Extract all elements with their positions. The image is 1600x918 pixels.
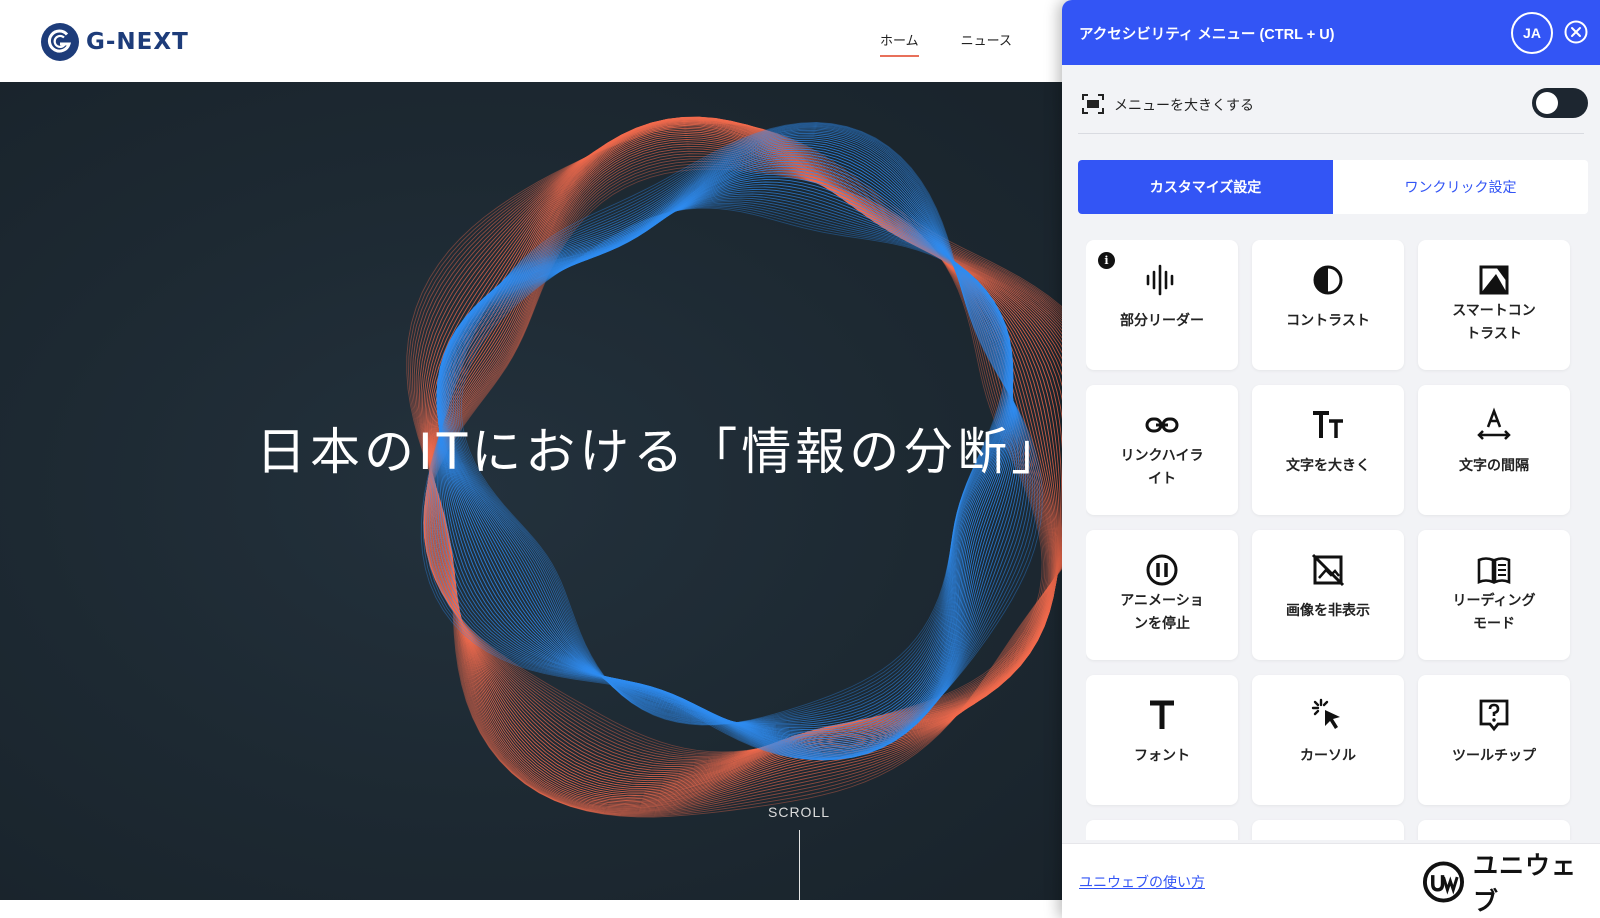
pause-icon	[1144, 552, 1180, 588]
enlarge-menu-row: メニューを大きくする	[1078, 80, 1588, 134]
brand-text: ユニウェブ	[1472, 851, 1577, 916]
settings-tabs: カスタマイズ設定 ワンクリック設定	[1078, 160, 1588, 214]
feature-label: 画像を非表示	[1286, 603, 1370, 619]
page-bottom-strip	[0, 900, 1062, 918]
scroll-label[interactable]: SCROLL	[768, 804, 830, 820]
smart-contrast-icon	[1476, 262, 1512, 298]
feature-label: 部分リーダー	[1120, 313, 1204, 329]
userway-brand[interactable]: ユニウェブ	[1422, 851, 1600, 916]
feature-card[interactable]: カーソル	[1252, 675, 1404, 805]
feature-card[interactable]: リンクハイラ イト	[1086, 385, 1238, 515]
enlarge-menu-toggle[interactable]	[1532, 88, 1588, 118]
toggle-knob	[1536, 92, 1558, 114]
feature-card[interactable]: スマートコン トラスト	[1418, 240, 1570, 370]
feature-card-partial[interactable]	[1086, 820, 1238, 840]
hero-title: 日本のITにおける「情報の分断」	[256, 423, 1062, 481]
feature-card[interactable]: 部分リーダー i	[1086, 240, 1238, 370]
feature-card[interactable]: 画像を非表示	[1252, 530, 1404, 660]
audio-wave-icon	[1144, 262, 1180, 298]
feature-label: 文字を大きく	[1286, 458, 1370, 474]
feature-label: リーディング モード	[1452, 593, 1536, 632]
site-logo[interactable]: G-NEXT	[40, 22, 189, 62]
panel-footer: ユニウェブの使い方 ユニウェブ	[1062, 843, 1600, 918]
feature-label: フォント	[1134, 748, 1190, 764]
feature-grid: 部分リーダー i コントラスト スマートコン トラストリンクハイラ イト 文字を大きく 文字の…	[1086, 240, 1580, 840]
tab-one-click[interactable]: ワンクリック設定	[1333, 160, 1588, 214]
feature-label: ツールチップ	[1452, 748, 1536, 764]
feature-label: 文字の間隔	[1459, 458, 1529, 474]
accessibility-panel: アクセシビリティ メニュー (CTRL + U) JA メニューを大きくする カ…	[1062, 0, 1600, 918]
feature-card[interactable]: フォント	[1086, 675, 1238, 805]
feature-label: アニメーショ ンを停止	[1120, 593, 1204, 632]
info-icon[interactable]: i	[1098, 252, 1115, 269]
feature-label: スマートコン トラスト	[1452, 303, 1536, 342]
hero: 日本のITにおける「情報の分断」 SCROLL	[0, 82, 1062, 900]
feature-card[interactable]: ツールチップ	[1418, 675, 1570, 805]
userway-logo-icon	[1422, 861, 1465, 903]
main-nav: ホーム ニュース	[880, 30, 1012, 57]
feature-label: カーソル	[1300, 748, 1356, 764]
feature-card[interactable]: アニメーショ ンを停止	[1086, 530, 1238, 660]
logo-text: G-NEXT	[86, 29, 189, 55]
feature-card-partial[interactable]	[1252, 820, 1404, 840]
feature-label: リンクハイラ イト	[1120, 448, 1204, 487]
font-icon	[1144, 697, 1180, 733]
feature-card-partial[interactable]	[1418, 820, 1570, 840]
feature-card[interactable]: リーディング モード	[1418, 530, 1570, 660]
enlarge-icon	[1082, 94, 1104, 114]
panel-header: アクセシビリティ メニュー (CTRL + U) JA	[1062, 0, 1600, 65]
tooltip-icon	[1476, 697, 1512, 733]
letter-spacing-icon	[1476, 407, 1512, 443]
text-size-icon	[1310, 407, 1346, 443]
tab-customize[interactable]: カスタマイズ設定	[1078, 160, 1333, 214]
enlarge-menu-label: メニューを大きくする	[1114, 98, 1254, 114]
nav-item-news[interactable]: ニュース	[961, 30, 1012, 57]
link-icon	[1144, 407, 1180, 443]
contrast-icon	[1310, 262, 1346, 298]
cursor-icon	[1310, 697, 1346, 733]
g-next-logo-icon	[41, 23, 79, 61]
book-icon	[1476, 552, 1512, 588]
feature-card[interactable]: 文字を大きく	[1252, 385, 1404, 515]
hide-image-icon	[1310, 552, 1346, 588]
feature-card[interactable]: コントラスト	[1252, 240, 1404, 370]
how-to-use-link[interactable]: ユニウェブの使い方	[1079, 872, 1205, 892]
language-button[interactable]: JA	[1511, 12, 1553, 54]
panel-title: アクセシビリティ メニュー (CTRL + U)	[1079, 27, 1335, 43]
nav-item-home[interactable]: ホーム	[880, 30, 919, 57]
close-icon[interactable]	[1564, 20, 1588, 44]
scroll-line	[799, 830, 800, 900]
feature-card[interactable]: 文字の間隔	[1418, 385, 1570, 515]
feature-label: コントラスト	[1286, 313, 1370, 329]
wave-ring-art	[406, 116, 1062, 818]
